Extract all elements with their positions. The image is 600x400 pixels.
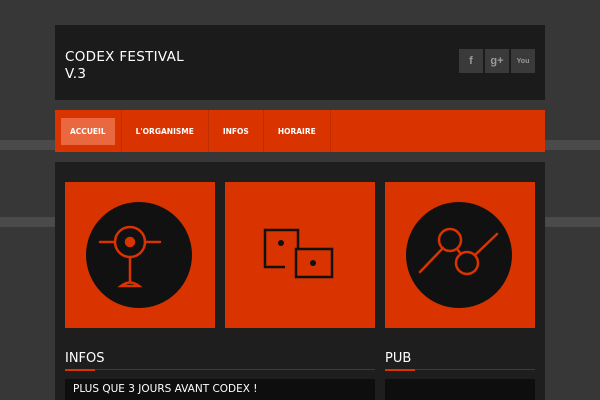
nav-item-horaire[interactable]: HORAIRE	[264, 110, 331, 152]
ad-slot	[385, 379, 535, 400]
feature-tile-dice[interactable]	[225, 182, 375, 328]
site-header: CODEX FESTIVAL V.3 f g+ You	[55, 25, 545, 100]
google-plus-icon[interactable]: g+	[485, 49, 509, 73]
social-links: f g+ You	[459, 49, 535, 73]
infos-section-title: INFOS	[65, 351, 105, 366]
facebook-icon[interactable]: f	[459, 49, 483, 73]
pub-divider-accent	[385, 369, 415, 371]
feature-tile-chart[interactable]	[385, 182, 535, 328]
growth-chart-icon	[418, 227, 499, 276]
infos-divider-accent	[65, 369, 95, 371]
nav-item-label: HORAIRE	[277, 126, 316, 136]
infos-divider	[65, 369, 375, 370]
nav-item-accueil-label: ACCUEIL	[61, 117, 115, 145]
nav-item-accueil[interactable]: ACCUEIL	[55, 110, 122, 152]
site-title[interactable]: CODEX FESTIVAL V.3	[65, 49, 195, 83]
main-nav: ACCUEIL L'ORGANISME INFOS HORAIRE	[55, 110, 545, 152]
post-title-link[interactable]: PLUS QUE 3 JOURS AVANT CODEX !	[65, 379, 375, 400]
main-content: INFOS PUB PLUS QUE 3 JOURS AVANT CODEX !	[55, 162, 545, 400]
nav-item-infos[interactable]: INFOS	[209, 110, 264, 152]
feature-tile-target[interactable]	[65, 182, 215, 328]
youtube-icon[interactable]: You	[511, 49, 535, 73]
dice-icon	[263, 228, 334, 279]
nav-item-label: INFOS	[222, 126, 249, 136]
pub-section-title: PUB	[385, 351, 412, 366]
nav-item-label: L'ORGANISME	[135, 126, 194, 136]
target-icon	[98, 225, 162, 288]
nav-item-organisme[interactable]: L'ORGANISME	[122, 110, 209, 152]
